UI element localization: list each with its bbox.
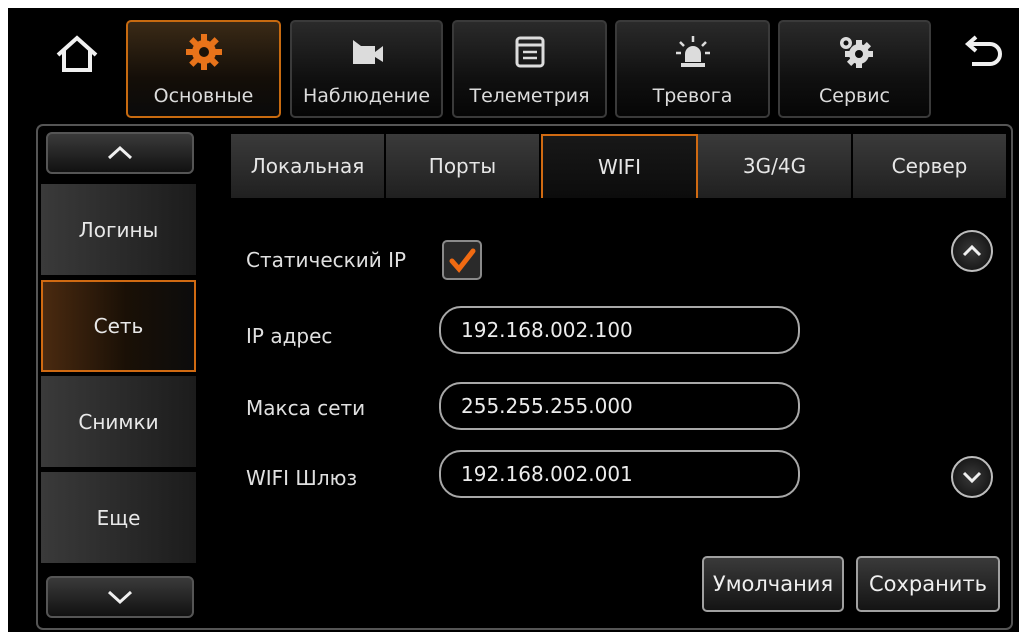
tab-label: Сервер (891, 154, 968, 178)
alarm-siren-icon (675, 36, 710, 67)
tab-server[interactable]: Сервер (853, 134, 1006, 198)
static-ip-checkbox[interactable] (442, 240, 482, 280)
ip-address-label: IP адрес (246, 324, 333, 348)
subnet-mask-label: Макса сети (246, 396, 366, 420)
tab-telemetry[interactable]: Телеметрия (452, 20, 607, 118)
tab-label: Порты (428, 154, 497, 178)
sidebar-scroll-up-button[interactable] (46, 132, 194, 174)
dvr-settings-screen: Основные Наблюдение Телеметрия Тревога С… (8, 8, 1019, 632)
subnet-mask-value: 255.255.255.000 (461, 394, 633, 418)
settings-panel: Логины Сеть Снимки Еще Локальная Порты W… (36, 124, 1013, 630)
back-icon[interactable] (956, 28, 1010, 82)
tab-service-label: Сервис (818, 85, 890, 107)
sidebar-scroll-down-button[interactable] (46, 576, 194, 618)
wifi-gateway-field[interactable]: 192.168.002.001 (439, 450, 800, 498)
sidebar-item-label: Сеть (93, 314, 144, 338)
scroll-up-button[interactable] (951, 230, 993, 272)
sidebar-item-network[interactable]: Сеть (41, 280, 196, 372)
tab-label: Локальная (250, 154, 365, 178)
chevron-up-icon (962, 244, 982, 257)
gear-icon (185, 34, 222, 70)
sidebar-item-label: Снимки (78, 409, 159, 434)
save-button[interactable]: Сохранить (856, 556, 1000, 612)
tab-basic-label: Основные (153, 85, 254, 107)
tab-ports[interactable]: Порты (386, 134, 541, 198)
sidebar-item-logins[interactable]: Логины (41, 184, 196, 276)
defaults-button[interactable]: Умолчания (702, 556, 844, 612)
tab-surveillance[interactable]: Наблюдение (290, 20, 443, 118)
ip-address-field[interactable]: 192.168.002.100 (439, 306, 800, 354)
home-icon[interactable] (50, 28, 104, 82)
tab-label: WIFI (597, 155, 642, 179)
wifi-gateway-value: 192.168.002.001 (461, 462, 633, 486)
tab-3g4g[interactable]: 3G/4G (698, 134, 853, 198)
chevron-down-icon (962, 471, 982, 484)
sidebar-item-more[interactable]: Еще (41, 472, 196, 564)
tab-local[interactable]: Локальная (231, 134, 386, 198)
chevron-down-icon (107, 590, 133, 605)
scroll-down-button[interactable] (951, 456, 993, 498)
sidebar-item-label: Еще (96, 505, 141, 530)
service-gears-icon (839, 37, 873, 68)
static-ip-label: Статический IP (246, 248, 407, 272)
sidebar-item-snapshots[interactable]: Снимки (41, 376, 196, 468)
checkmark-icon (449, 248, 476, 273)
network-tabs: Локальная Порты WIFI 3G/4G Сервер (231, 134, 1006, 198)
chevron-up-icon (107, 145, 133, 160)
ip-address-value: 192.168.002.100 (461, 318, 633, 342)
video-camera-icon (352, 40, 383, 64)
sidebar-item-label: Логины (78, 217, 159, 242)
tab-basic[interactable]: Основные (126, 20, 281, 118)
tab-label: 3G/4G (742, 154, 807, 178)
tab-surveillance-label: Наблюдение (302, 85, 431, 107)
wifi-gateway-label: WIFI Шлюз (246, 466, 358, 490)
tab-alarm-label: Тревога (652, 85, 733, 107)
tab-wifi[interactable]: WIFI (541, 134, 698, 198)
tab-alarm[interactable]: Тревога (615, 20, 770, 118)
subnet-mask-field[interactable]: 255.255.255.000 (439, 382, 800, 430)
tab-service[interactable]: Сервис (778, 20, 931, 118)
tab-telemetry-label: Телеметрия (469, 85, 590, 107)
defaults-button-label: Умолчания (712, 572, 834, 596)
telemetry-window-icon (515, 36, 544, 68)
save-button-label: Сохранить (868, 572, 988, 596)
